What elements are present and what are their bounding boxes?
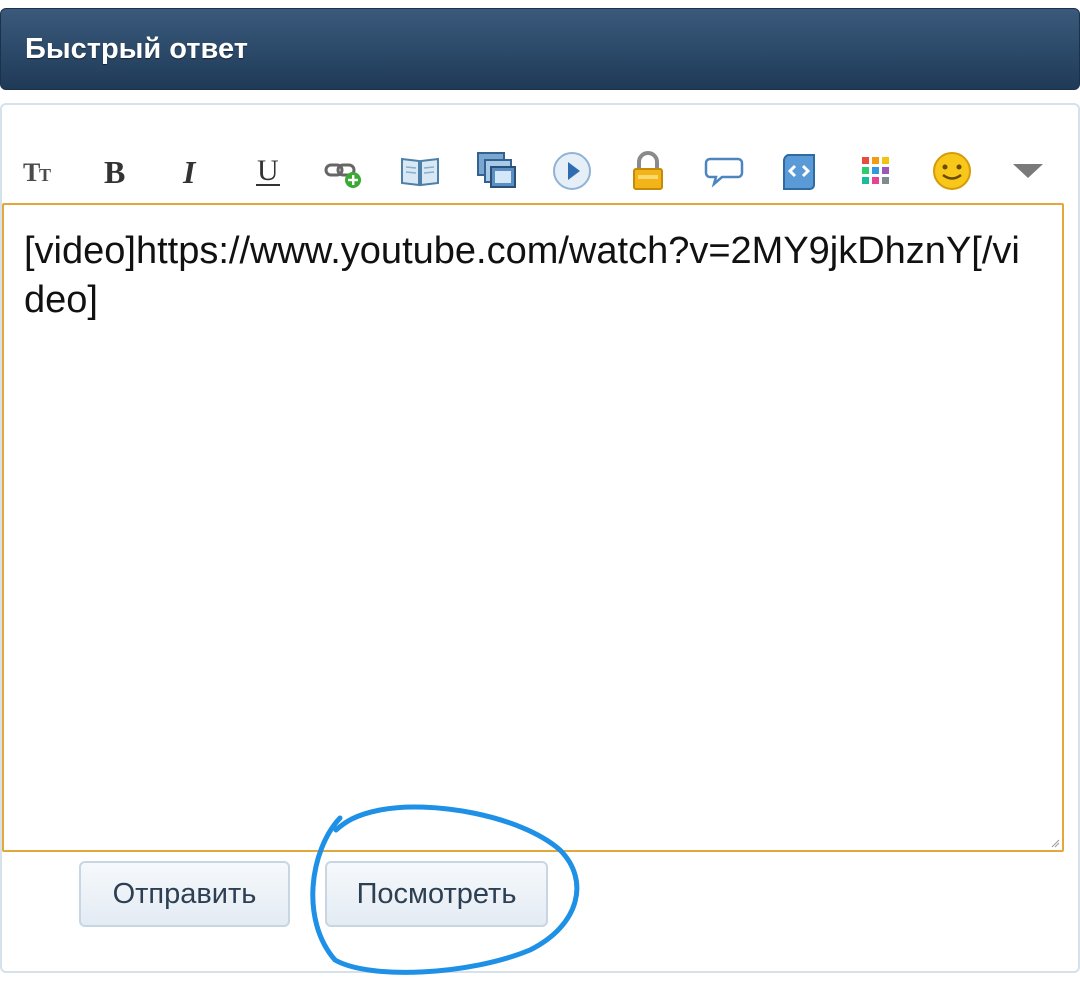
preview-button[interactable]: Посмотреть: [325, 861, 548, 927]
svg-text:B: B: [104, 154, 125, 190]
editor-toolbar: T T B I U: [0, 138, 1080, 204]
quick-reply-header: Быстрый ответ: [0, 8, 1080, 90]
svg-text:T: T: [39, 165, 51, 185]
lock-icon[interactable]: [618, 138, 678, 204]
svg-text:I: I: [182, 154, 197, 190]
submit-button[interactable]: Отправить: [79, 861, 290, 927]
quote-icon[interactable]: [694, 138, 754, 204]
smiley-icon[interactable]: [922, 138, 982, 204]
link-icon[interactable]: [314, 138, 374, 204]
book-icon[interactable]: [390, 138, 450, 204]
image-icon[interactable]: [466, 138, 526, 204]
resize-grip-icon[interactable]: [1050, 838, 1060, 848]
svg-text:U: U: [257, 154, 279, 187]
message-editor[interactable]: [video]https://www.youtube.com/watch?v=2…: [2, 203, 1064, 852]
svg-text:T: T: [23, 158, 40, 187]
bold-icon[interactable]: B: [86, 138, 146, 204]
color-palette-icon[interactable]: [846, 138, 906, 204]
more-dropdown-icon[interactable]: [998, 138, 1058, 204]
underline-icon[interactable]: U: [238, 138, 298, 204]
code-icon[interactable]: [770, 138, 830, 204]
font-size-icon[interactable]: T T: [10, 138, 70, 204]
video-icon[interactable]: [542, 138, 602, 204]
message-text[interactable]: [video]https://www.youtube.com/watch?v=2…: [24, 227, 1024, 325]
header-title: Быстрый ответ: [25, 33, 248, 65]
italic-icon[interactable]: I: [162, 138, 222, 204]
